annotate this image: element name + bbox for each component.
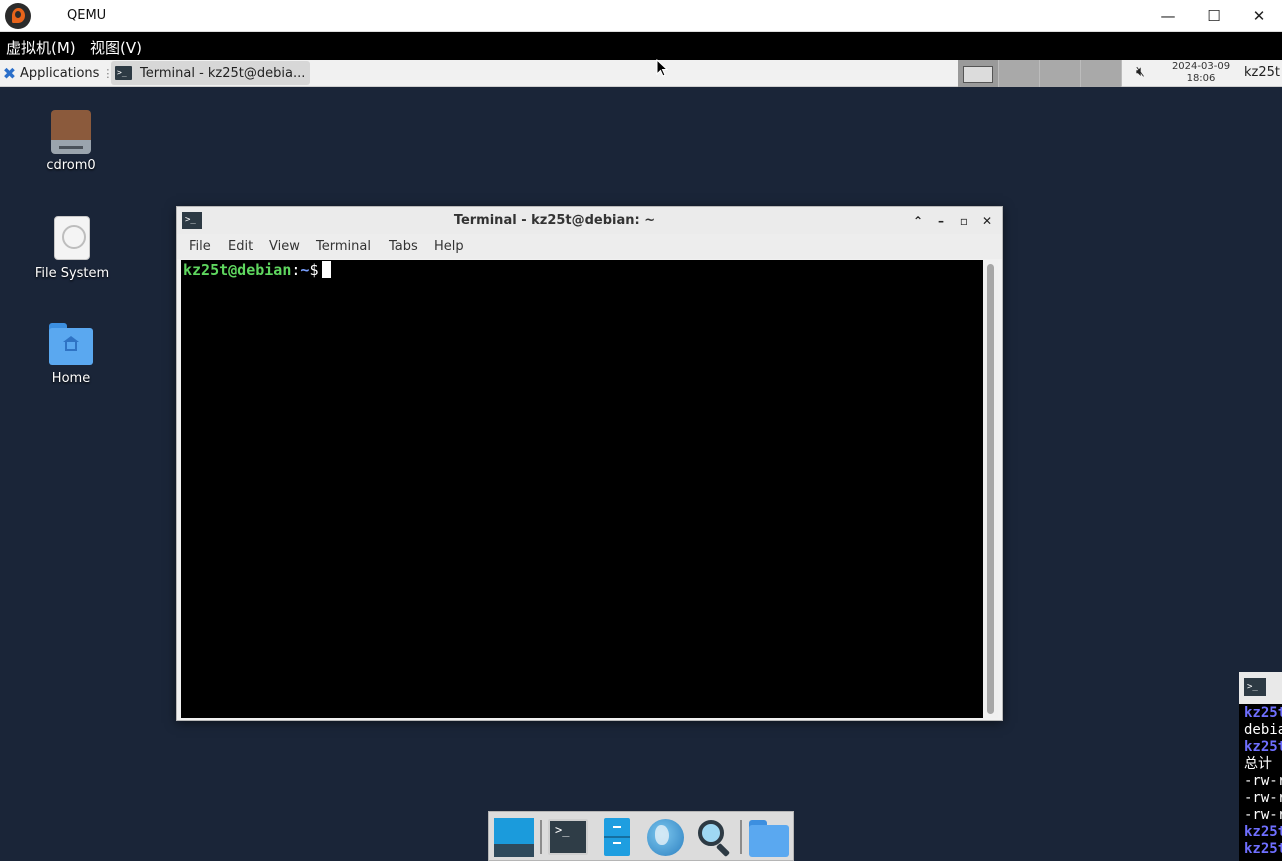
home-folder-icon[interactable]	[747, 816, 789, 858]
terminal-menubar: File Edit View Terminal Tabs Help	[177, 234, 1002, 259]
menu-view[interactable]: 视图(V)	[90, 37, 142, 58]
menu-terminal[interactable]: Terminal	[316, 239, 371, 254]
prompt-symbol: $	[309, 261, 319, 279]
panel-user-menu[interactable]: kz25t	[1244, 65, 1280, 80]
clock-date: 2024-03-09	[1171, 61, 1231, 72]
maximize-button[interactable]: ☐	[1191, 0, 1237, 32]
show-desktop-icon[interactable]	[492, 816, 534, 858]
background-terminal-titlebar[interactable]: >_	[1239, 672, 1282, 704]
mouse-pointer-icon	[656, 59, 669, 77]
app-finder-icon[interactable]	[692, 816, 734, 858]
workspace-4[interactable]	[1081, 60, 1122, 87]
taskbar-terminal-label: Terminal - kz25t@debia...	[140, 65, 306, 81]
minimize-button[interactable]: –	[931, 211, 951, 231]
menu-file[interactable]: File	[189, 239, 211, 254]
background-terminal-output: kz25t debia kz25t 总计 -rw-r -rw-r -rw-r k…	[1244, 705, 1282, 857]
menu-machine[interactable]: 虚拟机(M)	[6, 37, 76, 58]
workspace-1[interactable]	[958, 60, 999, 87]
menu-edit[interactable]: Edit	[228, 239, 253, 254]
terminal-title: Terminal - kz25t@debian: ~	[453, 213, 656, 228]
applications-menu-button[interactable]: ✖ Applications ⋮	[2, 60, 114, 87]
close-button[interactable]: ✕	[977, 211, 997, 231]
terminal-icon: >_	[1244, 678, 1266, 696]
desktop-icon-label: File System	[34, 266, 110, 281]
drive-icon	[54, 216, 90, 260]
applications-label: Applications	[20, 66, 100, 81]
desktop-icon-label: cdrom0	[46, 158, 96, 173]
shade-button[interactable]: ⌃	[908, 211, 928, 231]
taskbar-terminal-button[interactable]: >_ Terminal - kz25t@debia...	[111, 61, 310, 85]
file-manager-icon[interactable]	[596, 816, 638, 858]
terminal-icon: >_	[115, 66, 132, 80]
desktop-icon-label: Home	[51, 371, 91, 386]
web-browser-icon[interactable]	[644, 816, 686, 858]
minimize-button[interactable]: —	[1145, 0, 1191, 32]
qemu-title-bar: QEMU — ☐ ✕	[0, 0, 1282, 32]
cdrom-icon	[51, 110, 91, 154]
volume-muted-icon[interactable]: 🔇︎	[1136, 64, 1145, 80]
menu-view[interactable]: View	[269, 239, 300, 254]
terminal-window: >_ Terminal - kz25t@debian: ~ ⌃ – ▫ ✕ Fi…	[176, 206, 1003, 721]
maximize-button[interactable]: ▫	[954, 211, 974, 231]
terminal-output[interactable]: kz25t@debian:~$	[181, 260, 983, 718]
prompt-user-host: kz25t@debian	[183, 261, 292, 279]
xfce-logo-icon: ✖	[2, 64, 17, 83]
qemu-logo-icon	[5, 3, 31, 29]
dock-separator	[540, 820, 542, 854]
menu-help[interactable]: Help	[434, 239, 464, 254]
scrollbar-thumb[interactable]	[987, 264, 994, 714]
menu-tabs[interactable]: Tabs	[389, 239, 418, 254]
qemu-menubar: 虚拟机(M) 视图(V)	[0, 32, 1282, 60]
workspace-2[interactable]	[999, 60, 1040, 87]
dock-separator	[740, 820, 742, 854]
clock-time: 18:06	[1186, 73, 1216, 84]
background-terminal-window[interactable]: >_ kz25t debia kz25t 总计 -rw-r -rw-r -rw-…	[1239, 672, 1282, 861]
desktop-icon-home[interactable]: Home	[21, 323, 121, 386]
top-panel: ✖ Applications ⋮ >_ Terminal - kz25t@deb…	[0, 60, 1282, 87]
terminal-scrollbar[interactable]	[983, 260, 998, 718]
terminal-titlebar[interactable]: >_ Terminal - kz25t@debian: ~ ⌃ – ▫ ✕	[177, 207, 1002, 234]
bottom-dock: >_	[488, 811, 794, 861]
text-cursor	[322, 261, 332, 278]
panel-clock[interactable]: 2024-03-09 18:06	[1166, 61, 1236, 85]
workspace-3[interactable]	[1040, 60, 1081, 87]
terminal-launcher-icon[interactable]: >_	[548, 819, 588, 855]
desktop-icon-cdrom[interactable]: cdrom0	[21, 110, 121, 173]
qemu-window-title: QEMU	[67, 8, 107, 23]
home-folder-icon	[49, 323, 93, 365]
desktop-icon-filesystem[interactable]: File System	[22, 216, 122, 281]
close-button[interactable]: ✕	[1236, 0, 1282, 32]
